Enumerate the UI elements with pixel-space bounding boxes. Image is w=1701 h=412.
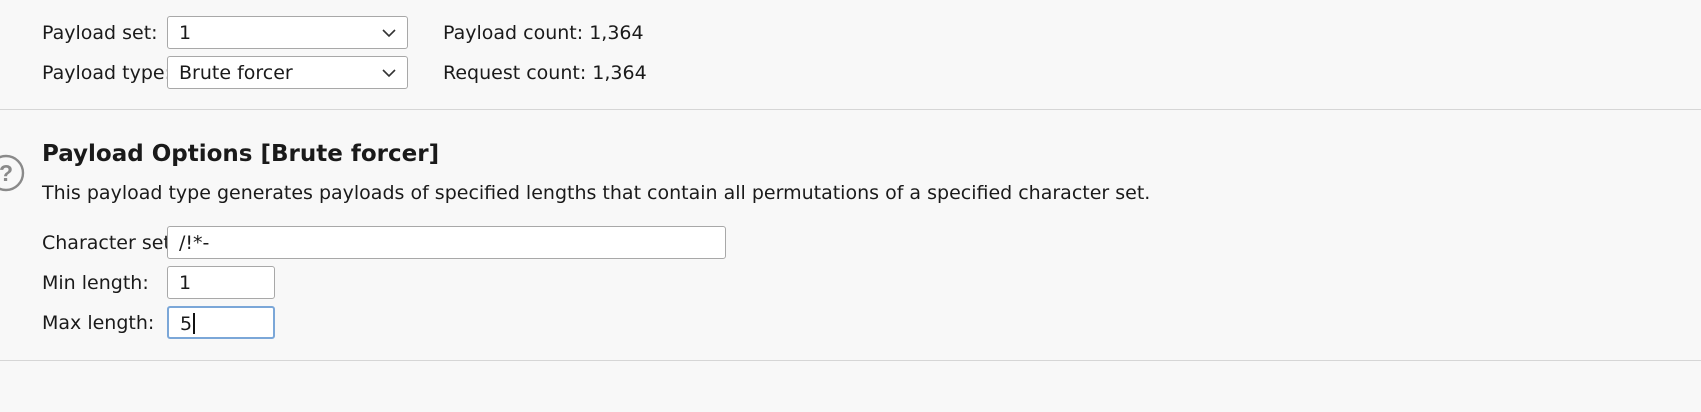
min-length-input[interactable]: 1 (167, 266, 275, 299)
payload-type-dropdown[interactable]: Brute forcer (167, 56, 408, 89)
character-set-label: Character set: (42, 232, 178, 254)
max-length-value: 5 (180, 313, 193, 335)
request-count: Request count: 1,364 (443, 62, 647, 84)
payload-options-title: Payload Options [Brute forcer] (42, 141, 440, 167)
text-caret (193, 313, 196, 334)
character-set-input[interactable]: /!*- (167, 226, 726, 259)
payload-set-label: Payload set: (42, 22, 158, 44)
payload-count-value: 1,364 (589, 22, 644, 44)
payload-count: Payload count: 1,364 (443, 22, 644, 44)
payload-set-dropdown[interactable]: 1 (167, 16, 408, 49)
character-set-value: /!*- (179, 232, 210, 254)
chevron-down-icon (382, 69, 396, 78)
min-length-label: Min length: (42, 272, 149, 294)
payload-count-label: Payload count: (443, 22, 584, 44)
payload-type-label: Payload type: (42, 62, 171, 84)
section-divider-bottom (0, 360, 1701, 361)
section-divider (0, 109, 1701, 110)
min-length-value: 1 (179, 272, 192, 294)
question-circle-icon[interactable]: ? (0, 153, 26, 193)
max-length-label: Max length: (42, 312, 155, 334)
request-count-value: 1,364 (592, 62, 647, 84)
payload-options-description: This payload type generates payloads of … (42, 182, 1151, 204)
payload-set-value: 1 (179, 22, 192, 44)
request-count-label: Request count: (443, 62, 587, 84)
payload-type-value: Brute forcer (179, 62, 293, 84)
chevron-down-icon (382, 29, 396, 38)
svg-text:?: ? (0, 160, 13, 186)
max-length-input[interactable]: 5 (167, 306, 275, 339)
